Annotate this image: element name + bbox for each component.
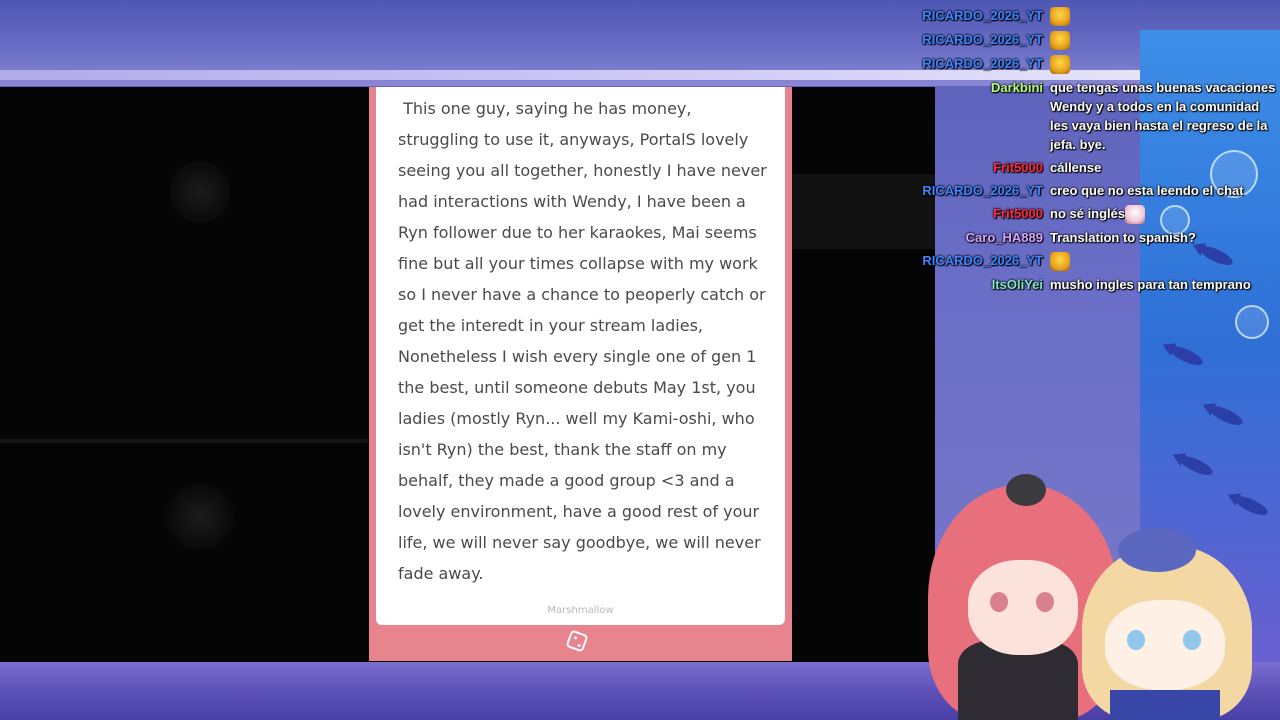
fish-icon xyxy=(1234,493,1270,519)
chat-text: cállense xyxy=(1050,160,1102,176)
webcam-shadow xyxy=(165,482,235,552)
bubble-icon xyxy=(1235,305,1269,339)
eye-icon xyxy=(990,592,1008,612)
cam-divider xyxy=(0,439,368,443)
emote-icon xyxy=(1050,252,1070,272)
chat-text: Translation to spanish? xyxy=(1050,230,1196,246)
eye-icon xyxy=(1036,592,1054,612)
chat-message-text: musho ingles para tan temprano xyxy=(1050,275,1280,294)
chat-message-text: Translation to spanish? xyxy=(1050,228,1280,247)
chat-message-text: cállense xyxy=(1050,158,1280,177)
webcam-shadow xyxy=(170,157,230,227)
marshmallow-card: This one guy, saying he has money, strug… xyxy=(369,87,792,661)
chat-message: RICARDO_2026_YT xyxy=(900,54,1280,75)
chat-username[interactable]: Frit5000 xyxy=(900,204,1050,223)
chat-message: RICARDO_2026_YT xyxy=(900,30,1280,51)
mascot-blonde-face xyxy=(1105,600,1225,690)
chat-username[interactable]: RICARDO_2026_YT xyxy=(900,251,1050,270)
chat-message: Frit5000 no sé inglés xyxy=(900,204,1280,225)
chat-text: musho ingles para tan temprano xyxy=(1050,277,1251,293)
eye-icon xyxy=(1183,630,1201,650)
chat-message: RICARDO_2026_YT xyxy=(900,6,1280,27)
chat-text: no sé inglés xyxy=(1050,206,1126,222)
chat-message-text xyxy=(1050,6,1280,27)
chat-username[interactable]: Darkbini xyxy=(900,78,1050,97)
marshmallow-message: This one guy, saying he has money, strug… xyxy=(398,99,772,583)
chat-message-text xyxy=(1050,30,1280,51)
fish-icon xyxy=(1169,343,1205,369)
emote-icon xyxy=(1050,55,1070,75)
chat-username[interactable]: Frit5000 xyxy=(900,158,1050,177)
chat-username[interactable]: RICARDO_2026_YT xyxy=(900,181,1050,200)
chat-username[interactable]: RICARDO_2026_YT xyxy=(900,30,1050,49)
chat-message: Caro_HA889 Translation to spanish? xyxy=(900,228,1280,247)
mascot-blonde-outfit xyxy=(1110,690,1220,720)
marshmallow-paper: This one guy, saying he has money, strug… xyxy=(376,87,785,625)
mascot-pink-face xyxy=(968,560,1078,655)
chat-text: creo que no esta leendo el chat xyxy=(1050,183,1244,199)
chat-message: RICARDO_2026_YT xyxy=(900,251,1280,272)
chat-message: ItsOliYei musho ingles para tan temprano xyxy=(900,275,1280,294)
chat-message-text: que tengas unas buenas vacaciones Wendy … xyxy=(1050,78,1280,154)
fish-icon xyxy=(1179,453,1215,479)
emote-icon xyxy=(1125,205,1146,225)
chat-message: Darkbini que tengas unas buenas vacacione… xyxy=(900,78,1280,154)
chat-username[interactable]: Caro_HA889 xyxy=(900,228,1050,247)
stream-overlay: This one guy, saying he has money, strug… xyxy=(0,0,1280,720)
chat-message: Frit5000 cállense xyxy=(900,158,1280,177)
emote-icon xyxy=(1050,31,1070,51)
chat-username[interactable]: RICARDO_2026_YT xyxy=(900,6,1050,25)
emote-icon xyxy=(1050,7,1070,27)
fish-icon xyxy=(1209,403,1245,429)
chat-message-text xyxy=(1050,251,1280,272)
dice-icon xyxy=(565,629,589,653)
mascot-beret xyxy=(1118,528,1196,572)
chat-message: RICARDO_2026_YT creo que no esta leendo e… xyxy=(900,181,1280,200)
chat-feed: RICARDO_2026_YT RICARDO_2026_YT RICARDO_20… xyxy=(900,6,1280,298)
eye-icon xyxy=(1127,630,1145,650)
chat-message-text: no sé inglés xyxy=(1050,204,1280,225)
chat-message-text xyxy=(1050,54,1280,75)
mascot-hat xyxy=(1006,474,1046,506)
chat-text: que tengas unas buenas vacaciones Wendy … xyxy=(1050,80,1276,153)
chat-username[interactable]: ItsOliYei xyxy=(900,275,1050,294)
chat-message-text: creo que no esta leendo el chat xyxy=(1050,181,1280,200)
marshmallow-footer-label: Marshmallow xyxy=(547,605,614,616)
chat-username[interactable]: RICARDO_2026_YT xyxy=(900,54,1050,73)
